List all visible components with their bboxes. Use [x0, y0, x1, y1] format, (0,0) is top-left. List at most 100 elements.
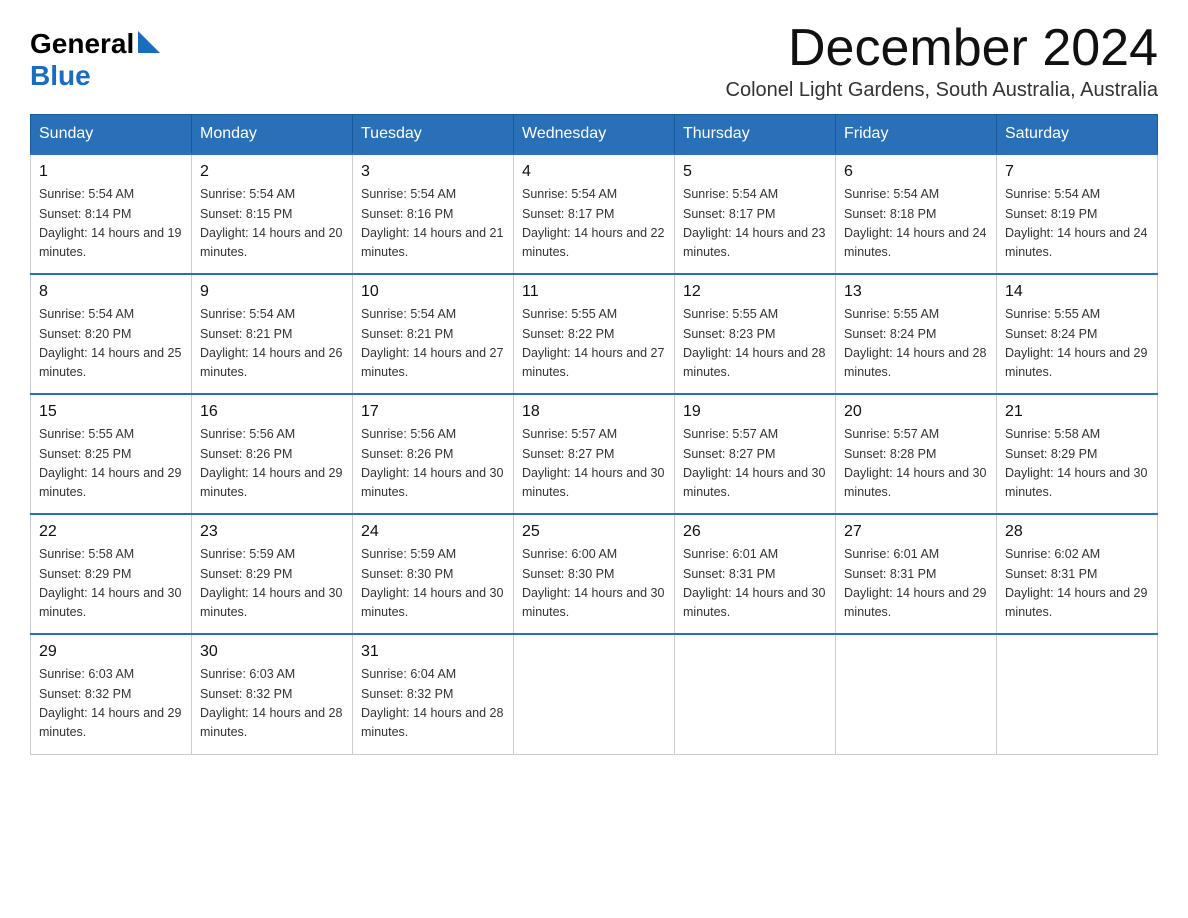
day-number: 22 — [39, 523, 183, 541]
day-info: Sunrise: 5:58 AMSunset: 8:29 PMDaylight:… — [1005, 425, 1149, 503]
day-info: Sunrise: 5:54 AMSunset: 8:21 PMDaylight:… — [361, 305, 505, 383]
header-monday: Monday — [192, 115, 353, 155]
calendar-subtitle: Colonel Light Gardens, South Australia, … — [726, 79, 1158, 102]
day-number: 25 — [522, 523, 666, 541]
header-tuesday: Tuesday — [353, 115, 514, 155]
day-info: Sunrise: 6:01 AMSunset: 8:31 PMDaylight:… — [844, 545, 988, 623]
table-row: 15 Sunrise: 5:55 AMSunset: 8:25 PMDayligh… — [31, 394, 192, 514]
day-number: 13 — [844, 283, 988, 301]
calendar-week-row: 22 Sunrise: 5:58 AMSunset: 8:29 PMDayligh… — [31, 514, 1158, 634]
day-info: Sunrise: 5:55 AMSunset: 8:24 PMDaylight:… — [1005, 305, 1149, 383]
table-row: 18 Sunrise: 5:57 AMSunset: 8:27 PMDayligh… — [514, 394, 675, 514]
table-row: 4 Sunrise: 5:54 AMSunset: 8:17 PMDaylight… — [514, 154, 675, 274]
header-thursday: Thursday — [675, 115, 836, 155]
day-number: 2 — [200, 163, 344, 181]
table-row: 1Sunrise: 5:54 AMSunset: 8:14 PMDaylight… — [31, 154, 192, 274]
table-row: 17 Sunrise: 5:56 AMSunset: 8:26 PMDayligh… — [353, 394, 514, 514]
day-number: 12 — [683, 283, 827, 301]
day-info: Sunrise: 5:59 AMSunset: 8:30 PMDaylight:… — [361, 545, 505, 623]
table-row: 2 Sunrise: 5:54 AMSunset: 8:15 PMDaylight… — [192, 154, 353, 274]
day-info: Sunrise: 5:54 AMSunset: 8:21 PMDaylight:… — [200, 305, 344, 383]
day-info: Sunrise: 6:02 AMSunset: 8:31 PMDaylight:… — [1005, 545, 1149, 623]
calendar-week-row: 8Sunrise: 5:54 AMSunset: 8:20 PMDaylight… — [31, 274, 1158, 394]
day-info: Sunrise: 5:54 AMSunset: 8:20 PMDaylight:… — [39, 305, 183, 383]
table-row — [836, 634, 997, 754]
table-row: 3 Sunrise: 5:54 AMSunset: 8:16 PMDaylight… — [353, 154, 514, 274]
header-friday: Friday — [836, 115, 997, 155]
day-info: Sunrise: 5:54 AMSunset: 8:16 PMDaylight:… — [361, 185, 505, 263]
day-info: Sunrise: 5:56 AMSunset: 8:26 PMDaylight:… — [361, 425, 505, 503]
day-number: 19 — [683, 403, 827, 421]
day-info: Sunrise: 5:55 AMSunset: 8:25 PMDaylight:… — [39, 425, 183, 503]
day-info: Sunrise: 5:54 AMSunset: 8:18 PMDaylight:… — [844, 185, 988, 263]
calendar-title: December 2024 — [726, 20, 1158, 77]
table-row: 27 Sunrise: 6:01 AMSunset: 8:31 PMDayligh… — [836, 514, 997, 634]
table-row: 24Sunrise: 5:59 AMSunset: 8:30 PMDayligh… — [353, 514, 514, 634]
logo-arrow-icon — [138, 31, 160, 53]
logo-general-text: General — [30, 28, 134, 60]
day-number: 27 — [844, 523, 988, 541]
day-info: Sunrise: 5:54 AMSunset: 8:17 PMDaylight:… — [522, 185, 666, 263]
day-info: Sunrise: 5:57 AMSunset: 8:27 PMDaylight:… — [522, 425, 666, 503]
table-row: 21 Sunrise: 5:58 AMSunset: 8:29 PMDayligh… — [997, 394, 1158, 514]
table-row: 11Sunrise: 5:55 AMSunset: 8:22 PMDayligh… — [514, 274, 675, 394]
day-number: 17 — [361, 403, 505, 421]
day-number: 16 — [200, 403, 344, 421]
table-row: 31 Sunrise: 6:04 AMSunset: 8:32 PMDayligh… — [353, 634, 514, 754]
day-number: 15 — [39, 403, 183, 421]
table-row: 16 Sunrise: 5:56 AMSunset: 8:26 PMDayligh… — [192, 394, 353, 514]
day-info: Sunrise: 5:56 AMSunset: 8:26 PMDaylight:… — [200, 425, 344, 503]
header-saturday: Saturday — [997, 115, 1158, 155]
day-info: Sunrise: 5:55 AMSunset: 8:23 PMDaylight:… — [683, 305, 827, 383]
day-info: Sunrise: 6:00 AMSunset: 8:30 PMDaylight:… — [522, 545, 666, 623]
calendar-header-row: Sunday Monday Tuesday Wednesday Thursday… — [31, 115, 1158, 155]
day-number: 31 — [361, 643, 505, 661]
day-info: Sunrise: 6:01 AMSunset: 8:31 PMDaylight:… — [683, 545, 827, 623]
table-row: 5Sunrise: 5:54 AMSunset: 8:17 PMDaylight… — [675, 154, 836, 274]
table-row: 9Sunrise: 5:54 AMSunset: 8:21 PMDaylight… — [192, 274, 353, 394]
day-info: Sunrise: 5:59 AMSunset: 8:29 PMDaylight:… — [200, 545, 344, 623]
table-row: 12 Sunrise: 5:55 AMSunset: 8:23 PMDayligh… — [675, 274, 836, 394]
table-row: 10 Sunrise: 5:54 AMSunset: 8:21 PMDayligh… — [353, 274, 514, 394]
day-number: 3 — [361, 163, 505, 181]
table-row: 6 Sunrise: 5:54 AMSunset: 8:18 PMDaylight… — [836, 154, 997, 274]
day-number: 1 — [39, 163, 183, 181]
day-number: 30 — [200, 643, 344, 661]
page-header: General Blue December 2024 Colonel Light… — [30, 20, 1158, 102]
table-row: 30Sunrise: 6:03 AMSunset: 8:32 PMDayligh… — [192, 634, 353, 754]
day-info: Sunrise: 6:04 AMSunset: 8:32 PMDaylight:… — [361, 665, 505, 743]
day-number: 7 — [1005, 163, 1149, 181]
day-number: 28 — [1005, 523, 1149, 541]
table-row: 29Sunrise: 6:03 AMSunset: 8:32 PMDayligh… — [31, 634, 192, 754]
table-row: 23 Sunrise: 5:59 AMSunset: 8:29 PMDayligh… — [192, 514, 353, 634]
calendar-table: Sunday Monday Tuesday Wednesday Thursday… — [30, 114, 1158, 755]
logo-icon: General Blue — [30, 28, 160, 92]
day-number: 21 — [1005, 403, 1149, 421]
table-row: 25 Sunrise: 6:00 AMSunset: 8:30 PMDayligh… — [514, 514, 675, 634]
table-row: 13 Sunrise: 5:55 AMSunset: 8:24 PMDayligh… — [836, 274, 997, 394]
day-number: 6 — [844, 163, 988, 181]
day-info: Sunrise: 5:54 AMSunset: 8:15 PMDaylight:… — [200, 185, 344, 263]
header-wednesday: Wednesday — [514, 115, 675, 155]
table-row: 8Sunrise: 5:54 AMSunset: 8:20 PMDaylight… — [31, 274, 192, 394]
header-sunday: Sunday — [31, 115, 192, 155]
table-row — [675, 634, 836, 754]
day-number: 5 — [683, 163, 827, 181]
table-row — [514, 634, 675, 754]
day-number: 23 — [200, 523, 344, 541]
table-row — [997, 634, 1158, 754]
calendar-week-row: 1Sunrise: 5:54 AMSunset: 8:14 PMDaylight… — [31, 154, 1158, 274]
table-row: 22 Sunrise: 5:58 AMSunset: 8:29 PMDayligh… — [31, 514, 192, 634]
day-number: 10 — [361, 283, 505, 301]
table-row: 26 Sunrise: 6:01 AMSunset: 8:31 PMDayligh… — [675, 514, 836, 634]
day-info: Sunrise: 5:58 AMSunset: 8:29 PMDaylight:… — [39, 545, 183, 623]
day-number: 18 — [522, 403, 666, 421]
logo: General Blue — [30, 28, 160, 92]
day-info: Sunrise: 6:03 AMSunset: 8:32 PMDaylight:… — [39, 665, 183, 743]
day-info: Sunrise: 5:55 AMSunset: 8:24 PMDaylight:… — [844, 305, 988, 383]
day-number: 4 — [522, 163, 666, 181]
table-row: 19Sunrise: 5:57 AMSunset: 8:27 PMDayligh… — [675, 394, 836, 514]
day-info: Sunrise: 5:55 AMSunset: 8:22 PMDaylight:… — [522, 305, 666, 383]
day-number: 26 — [683, 523, 827, 541]
table-row: 28 Sunrise: 6:02 AMSunset: 8:31 PMDayligh… — [997, 514, 1158, 634]
